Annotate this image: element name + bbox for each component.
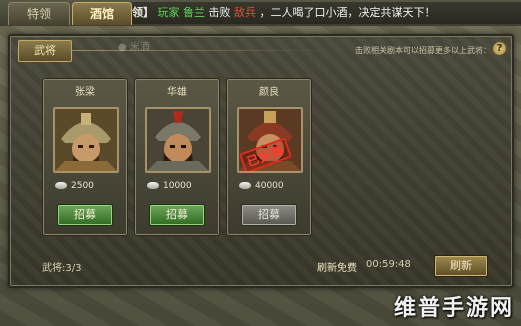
tab-generals-top[interactable]: 特领 — [8, 2, 70, 25]
marquee-name: 鲁兰 — [183, 6, 205, 19]
marquee-player: 玩家 — [157, 6, 180, 19]
price-value: 10000 — [163, 181, 192, 191]
general-portrait — [53, 107, 119, 173]
silver-coin-icon — [55, 182, 67, 189]
marquee-action: 击败 — [208, 6, 231, 19]
seal-label: 米酒 — [129, 42, 150, 53]
top-bar: 特领 酒馆 领】 玩家 鲁兰 击败 敌兵 ，二人喝了口小酒，决定共谋天下！ — [0, 0, 521, 27]
general-card-huaxiong: 华雄 10000 招募 — [134, 78, 220, 236]
price-value: 40000 — [255, 181, 284, 191]
general-card-yanliang: 颜良 已招募 40000 招募 — [226, 78, 312, 236]
help-icon[interactable]: ? — [493, 42, 506, 55]
recruit-button[interactable]: 招募 — [149, 204, 205, 226]
general-portrait: 已招募 — [237, 107, 303, 173]
general-count: 武将:3/3 — [42, 263, 82, 274]
silver-coin-icon — [239, 182, 251, 189]
seal-text: ● 米酒 — [118, 42, 150, 53]
silver-coin-icon — [147, 182, 159, 189]
general-name: 颜良 — [259, 87, 279, 98]
refresh-button[interactable]: 刷新 — [434, 255, 488, 277]
marquee-tail: ，二人喝了口小酒，决定共谋天下！ — [259, 6, 436, 19]
price-value: 2500 — [71, 181, 94, 191]
marquee-defeated: 敌兵 — [234, 6, 256, 19]
recruit-hint: 击败相关剧本可以招募更多以上武将： — [355, 46, 491, 55]
tab-divider — [70, 50, 330, 51]
general-name: 张梁 — [75, 87, 95, 98]
general-portrait — [145, 107, 211, 173]
general-price: 2500 — [55, 181, 94, 191]
marquee-bracket: 领】 — [132, 6, 154, 19]
recruit-button[interactable]: 招募 — [57, 204, 113, 226]
general-name: 华雄 — [167, 87, 187, 98]
general-price: 10000 — [147, 181, 192, 191]
general-price: 40000 — [239, 181, 284, 191]
recruit-button-disabled[interactable]: 招募 — [241, 204, 297, 226]
tab-tavern[interactable]: 酒馆 — [72, 2, 132, 25]
refresh-timer: 00:59:48 — [366, 259, 411, 270]
general-card-zhangliang: 张梁 2500 招募 — [42, 78, 128, 236]
tab-generals[interactable]: 武将 — [18, 40, 72, 62]
refresh-free-label: 刷新免费 — [317, 263, 357, 274]
news-marquee: 领】 玩家 鲁兰 击败 敌兵 ，二人喝了口小酒，决定共谋天下！ — [132, 2, 521, 24]
site-watermark: 维普手游网 — [394, 296, 515, 321]
